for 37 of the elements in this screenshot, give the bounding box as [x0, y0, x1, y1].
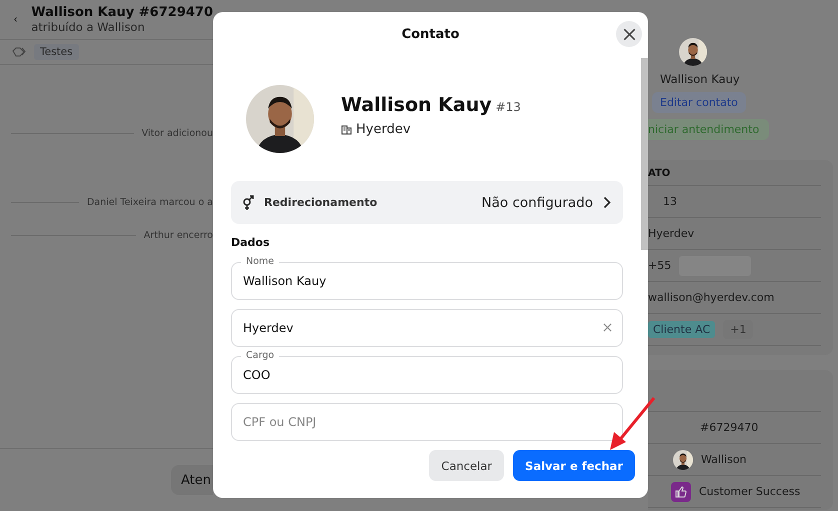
tag-icon: [12, 47, 26, 57]
field-value: 13: [663, 195, 677, 208]
ticket-tag: Testes: [34, 44, 79, 60]
gender-icon: [243, 195, 254, 210]
clear-icon: [603, 323, 612, 332]
action-button[interactable]: Aten: [171, 465, 213, 495]
dialog-title: Contato: [402, 26, 460, 42]
chevron-icon: [603, 196, 611, 210]
timeline-event: Vitor adicionou: [142, 128, 213, 139]
cancel-button[interactable]: Cancelar: [429, 450, 504, 481]
contact-tag: Cliente AC: [648, 321, 716, 338]
close-icon: [622, 28, 636, 40]
contact-name: Wallison Kauy: [341, 94, 492, 116]
timeline-event: Daniel Teixeira marcou o a: [86, 197, 213, 208]
phone-value: +55: [648, 259, 672, 272]
ticket-subtitle: atribuído a Wallison: [31, 20, 146, 34]
save-button[interactable]: Salvar e fechar: [513, 450, 635, 481]
scrollbar[interactable]: [641, 58, 648, 250]
section-title: ATO: [648, 168, 821, 186]
agent-name: Wallison: [701, 453, 747, 466]
timeline-event: Arthur encerro: [144, 230, 213, 241]
input-field[interactable]: CPF ou CNPJ: [231, 403, 623, 441]
field-value: #6729470: [700, 421, 758, 434]
team-name: Customer Success: [699, 485, 800, 498]
section-title: Dados: [231, 236, 271, 249]
input-field[interactable]: Hyerdev: [231, 309, 623, 347]
building-icon: [341, 124, 352, 135]
contact-name: Wallison Kauy: [660, 72, 740, 86]
field-label: Cargo: [241, 350, 280, 362]
field-value: wallison@hyerdev.com: [648, 291, 774, 304]
ticket-title: Wallison Kauy #6729470: [31, 5, 213, 20]
contact-number: #13: [496, 100, 521, 114]
close-button[interactable]: [616, 21, 642, 47]
redirect-row[interactable]: Redirecionamento Não configurado: [231, 181, 623, 224]
field-value: Hyerdev: [648, 227, 694, 240]
company-name: Hyerdev: [356, 122, 411, 137]
thumbs-up-icon: [671, 482, 691, 502]
